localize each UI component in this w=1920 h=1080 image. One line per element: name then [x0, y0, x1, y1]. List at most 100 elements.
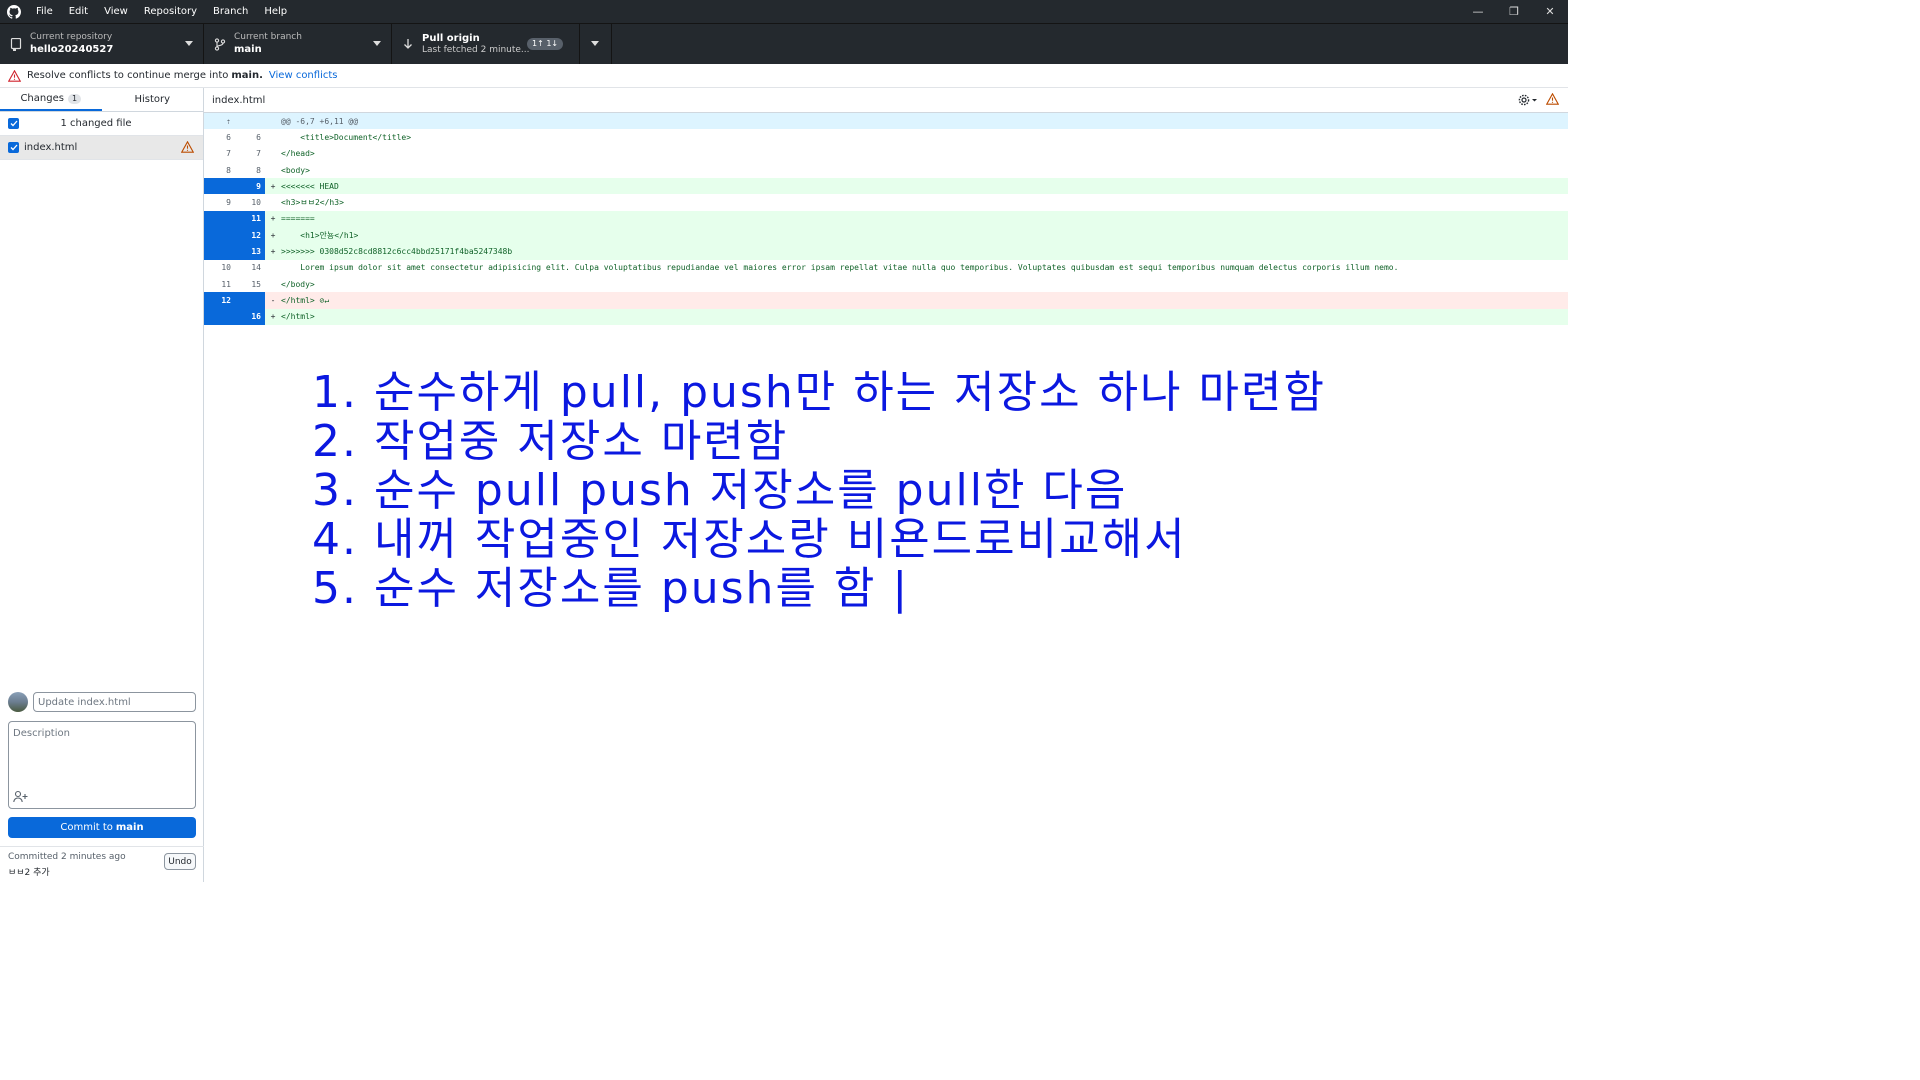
code-text: </html> ⊘↵	[281, 295, 330, 305]
description-placeholder: Description	[13, 728, 70, 739]
title-bar: File Edit View Repository Branch Help — …	[0, 0, 1568, 23]
branch-name: main	[234, 44, 262, 55]
code-text: </html>	[281, 312, 315, 322]
new-line-number: 11	[235, 210, 265, 228]
menu-edit[interactable]: Edit	[61, 0, 96, 23]
code-text: <body>	[281, 165, 310, 175]
pull-label: Pull origin	[422, 33, 480, 44]
hunk-text: @@ -6,7 +6,11 @@	[281, 116, 359, 126]
ahead-behind-badge: 1↑ 1↓	[527, 38, 564, 50]
add-coauthor-icon[interactable]	[13, 790, 29, 804]
menu-view[interactable]: View	[96, 0, 136, 23]
code-text: <<<<<<< HEAD	[281, 181, 339, 191]
select-all-checkbox[interactable]	[8, 118, 19, 129]
tab-history-label: History	[134, 94, 171, 105]
diff-line[interactable]: 11 + =======	[204, 210, 1568, 228]
code-text: Lorem ipsum dolor sit amet consectetur a…	[281, 263, 1399, 273]
chevron-down-icon	[373, 41, 381, 46]
diff-line[interactable]: 16 + </html>	[204, 308, 1568, 325]
repo-icon	[8, 36, 24, 52]
code-text: </body>	[281, 279, 315, 289]
warning-icon	[8, 69, 22, 83]
diff-line: 8 8 <body>	[204, 162, 1568, 178]
minimize-icon[interactable]: —	[1460, 0, 1496, 23]
diff-line[interactable]: 12 + <h1>안뇽</h1>	[204, 227, 1568, 244]
commit-button-label: Commit to	[60, 822, 113, 833]
old-line-number	[204, 210, 235, 228]
note-line: 1. 순수하게 pull, push만 하는 저장소 하나 마련함	[312, 367, 1326, 418]
toolbar: Current repository hello20240527 Current…	[0, 23, 1568, 64]
menu-repository[interactable]: Repository	[136, 0, 205, 23]
changed-files-count: 1 changed file	[60, 118, 132, 129]
last-commit-panel: Committed 2 minutes ago ㅂㅂ2 추가 Undo	[0, 846, 204, 882]
current-repository-button[interactable]: Current repository hello20240527	[0, 24, 204, 64]
code-text: <title>Document</title>	[281, 132, 412, 142]
window-controls: — ❐ ✕	[1460, 0, 1568, 23]
diff-line: 11 15 </body>	[204, 276, 1568, 292]
diff-line: 9 10 <h3>ㅂㅂ2</h3>	[204, 194, 1568, 210]
new-line-number: 10	[251, 198, 261, 208]
commit-description-field[interactable]: Description	[8, 721, 196, 809]
note-line: 4. 내꺼 작업중인 저장소랑 비욘드로비교해서	[312, 514, 1187, 565]
gear-icon[interactable]	[1518, 93, 1540, 107]
old-line-number	[204, 227, 235, 244]
diff-line: 6 6 <title>Document</title>	[204, 129, 1568, 145]
pull-origin-button[interactable]: Pull origin Last fetched 2 minute... 1↑ …	[392, 24, 580, 64]
expand-icon[interactable]: ⇡	[204, 113, 235, 130]
new-line-number: 15	[251, 279, 261, 289]
current-branch-button[interactable]: Current branch main	[204, 24, 392, 64]
repo-name: hello20240527	[30, 44, 114, 55]
conflict-banner: Resolve conflicts to continue merge into…	[0, 64, 1568, 88]
old-line-number: 6	[226, 132, 231, 142]
tab-history[interactable]: History	[102, 88, 204, 111]
code-text: =======	[281, 214, 315, 224]
conflict-warning-icon	[180, 140, 195, 155]
new-line-number: 14	[251, 263, 261, 273]
diff-marker: +	[270, 230, 276, 240]
menu-branch[interactable]: Branch	[205, 0, 256, 23]
tab-changes[interactable]: Changes 1	[0, 88, 102, 111]
menu-file[interactable]: File	[28, 0, 61, 23]
file-checkbox[interactable]	[8, 142, 19, 153]
old-line-number: 9	[226, 198, 231, 208]
chevron-down-icon	[185, 41, 193, 46]
view-conflicts-link[interactable]: View conflicts	[269, 70, 338, 81]
pull-dropdown-button[interactable]	[580, 24, 612, 64]
diff-marker: +	[270, 247, 276, 257]
new-line-number: 9	[235, 178, 265, 195]
old-line-number	[204, 178, 235, 195]
note-line: 2. 작업중 저장소 마련함	[312, 416, 789, 467]
diff-line[interactable]: 13 + >>>>>>> 0308d52c8cd8812c6cc4bbd25171f…	[204, 243, 1568, 260]
undo-button[interactable]: Undo	[164, 853, 196, 870]
sidebar-tabs: Changes 1 History	[0, 88, 203, 112]
note-line: 5. 순수 저장소를 push를 함 |	[312, 563, 910, 614]
old-line-number: 12	[204, 292, 235, 309]
github-logo-icon	[0, 0, 28, 23]
code-text: </head>	[281, 149, 315, 159]
hunk-header: ⇡ @@ -6,7 +6,11 @@	[204, 113, 1568, 130]
diff-marker: -	[270, 295, 276, 305]
new-line-number: 16	[235, 308, 265, 325]
menu-help[interactable]: Help	[256, 0, 295, 23]
warning-icon	[1545, 92, 1560, 107]
banner-text: Resolve conflicts to continue merge into	[27, 70, 229, 81]
new-line-number: 12	[235, 227, 265, 244]
restore-icon[interactable]: ❐	[1496, 0, 1532, 23]
diff-line[interactable]: 12 - </html> ⊘↵	[204, 292, 1568, 309]
new-line-number: 7	[256, 149, 261, 159]
avatar	[8, 692, 28, 712]
commit-button[interactable]: Commit to main	[8, 817, 196, 838]
new-line-number	[235, 292, 265, 309]
repo-label: Current repository	[30, 32, 113, 42]
close-icon[interactable]: ✕	[1532, 0, 1568, 23]
diff-line[interactable]: 9 + <<<<<<< HEAD	[204, 178, 1568, 195]
chevron-down-icon	[591, 41, 599, 46]
code-text: >>>>>>> 0308d52c8cd8812c6cc4bbd25171f4ba…	[281, 247, 513, 257]
old-line-number: 11	[221, 279, 231, 289]
diff-line: 10 14 Lorem ipsum dolor sit amet consecte…	[204, 260, 1568, 276]
old-line-number	[204, 308, 235, 325]
commit-summary-input[interactable]	[33, 692, 196, 712]
diff-line: 7 7 </head>	[204, 146, 1568, 162]
tab-changes-label: Changes	[20, 93, 64, 104]
changed-file-row[interactable]: index.html	[0, 136, 203, 160]
